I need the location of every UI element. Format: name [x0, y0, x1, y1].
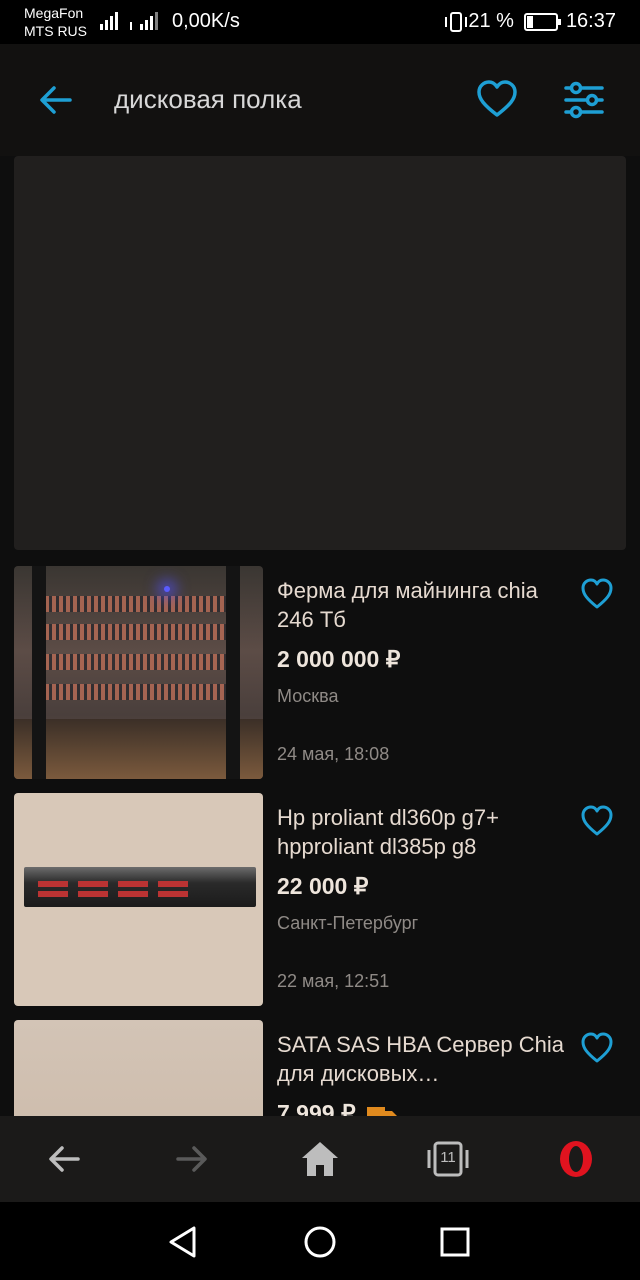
listing-price-value: 7 999 ₽ [277, 1100, 356, 1116]
listing-title[interactable]: Hp proliant dl360p g7+ hpproliant dl385p… [277, 803, 567, 861]
listing-card[interactable]: Hp proliant dl360p g7+ hpproliant dl385p… [14, 793, 626, 1006]
vibrate-icon [445, 11, 468, 32]
battery-icon [523, 12, 561, 31]
status-right: 21 % 16:37 [445, 10, 616, 33]
listing-title[interactable]: SATA SAS HBA Сервер Chia для дисковых… [277, 1030, 567, 1088]
listing-photo[interactable] [14, 1020, 263, 1116]
system-back-icon[interactable] [164, 1222, 204, 1262]
listing-price: 2 000 000 ₽ [277, 646, 401, 672]
listing-title[interactable]: Ферма для майнинга chia 246 Тб [277, 576, 567, 634]
tabs-count: 11 [440, 1149, 456, 1166]
net-speed: 0,00K/s [172, 10, 240, 32]
listing-date: 24 мая, 18:08 [277, 744, 390, 764]
results-list[interactable]: Ферма для майнинга chia 246 Тб 2 000 000… [0, 156, 640, 1116]
listing-price: 22 000 ₽ [277, 873, 369, 899]
carrier-1: MegaFon [24, 5, 84, 21]
tabs-button[interactable]: 11 [426, 1138, 470, 1180]
listing-photo[interactable] [14, 793, 263, 1006]
listing-card[interactable]: Ферма для майнинга chia 246 Тб 2 000 000… [14, 566, 626, 779]
browser-toolbar: 11 [0, 1116, 640, 1202]
listing-city: Москва [277, 686, 339, 706]
carrier-names: MegaFon MTS RUS [24, 4, 87, 40]
back-arrow-icon[interactable] [36, 82, 76, 118]
system-recents-icon[interactable] [435, 1222, 475, 1262]
listing-city: Санкт-Петербург [277, 913, 419, 933]
favorite-heart-icon[interactable] [580, 805, 614, 837]
search-header: дисковая полка [0, 44, 640, 156]
signal-1-icon [100, 10, 122, 30]
listing-card[interactable]: SATA SAS HBA Сервер Chia для дисковых… 7… [14, 1020, 626, 1116]
listing-photo[interactable] [14, 566, 263, 779]
filter-sliders-icon[interactable] [562, 80, 606, 120]
system-home-icon[interactable] [300, 1222, 340, 1262]
listing-price: 7 999 ₽ [277, 1100, 398, 1116]
ad-banner-placeholder [14, 156, 626, 550]
browser-back-icon[interactable] [42, 1138, 86, 1180]
clock: 16:37 [565, 10, 616, 32]
signal-2-icon [130, 10, 158, 30]
listing-date: 22 мая, 12:51 [277, 971, 390, 991]
delivery-truck-icon [366, 1106, 397, 1116]
opera-menu-icon[interactable] [554, 1138, 598, 1180]
carrier-2: MTS RUS [24, 23, 87, 39]
search-query[interactable]: дисковая полка [114, 84, 302, 115]
status-bar: MegaFon MTS RUS 0,00K/s 21 % 16:37 [0, 0, 640, 44]
favorite-heart-icon[interactable] [580, 578, 614, 610]
battery-percent: 21 % [468, 10, 514, 32]
favorite-heart-icon[interactable] [580, 1032, 614, 1064]
system-navigation-bar [0, 1202, 640, 1280]
browser-forward-icon[interactable] [170, 1138, 214, 1180]
save-search-heart-icon[interactable] [476, 80, 518, 120]
browser-home-icon[interactable] [298, 1138, 342, 1180]
